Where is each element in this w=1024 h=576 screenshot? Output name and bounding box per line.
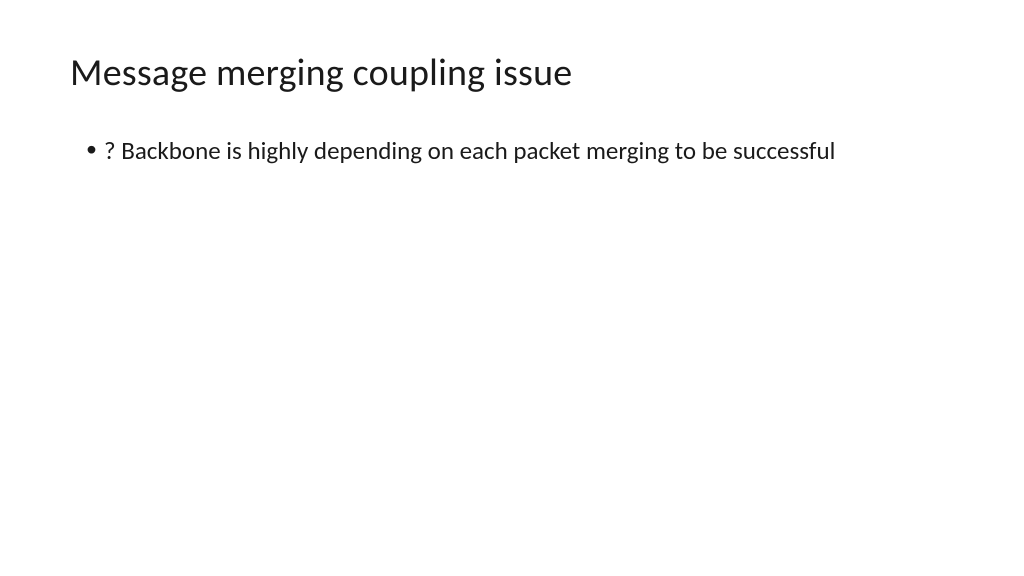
bullet-item: • ? Backbone is highly depending on each… [86,134,954,168]
slide-container: Message merging coupling issue • ? Backb… [0,0,1024,576]
slide-content: • ? Backbone is highly depending on each… [70,134,954,168]
bullet-text: ? Backbone is highly depending on each p… [104,134,954,168]
slide-title: Message merging coupling issue [70,50,954,96]
bullet-marker: • [86,134,104,165]
